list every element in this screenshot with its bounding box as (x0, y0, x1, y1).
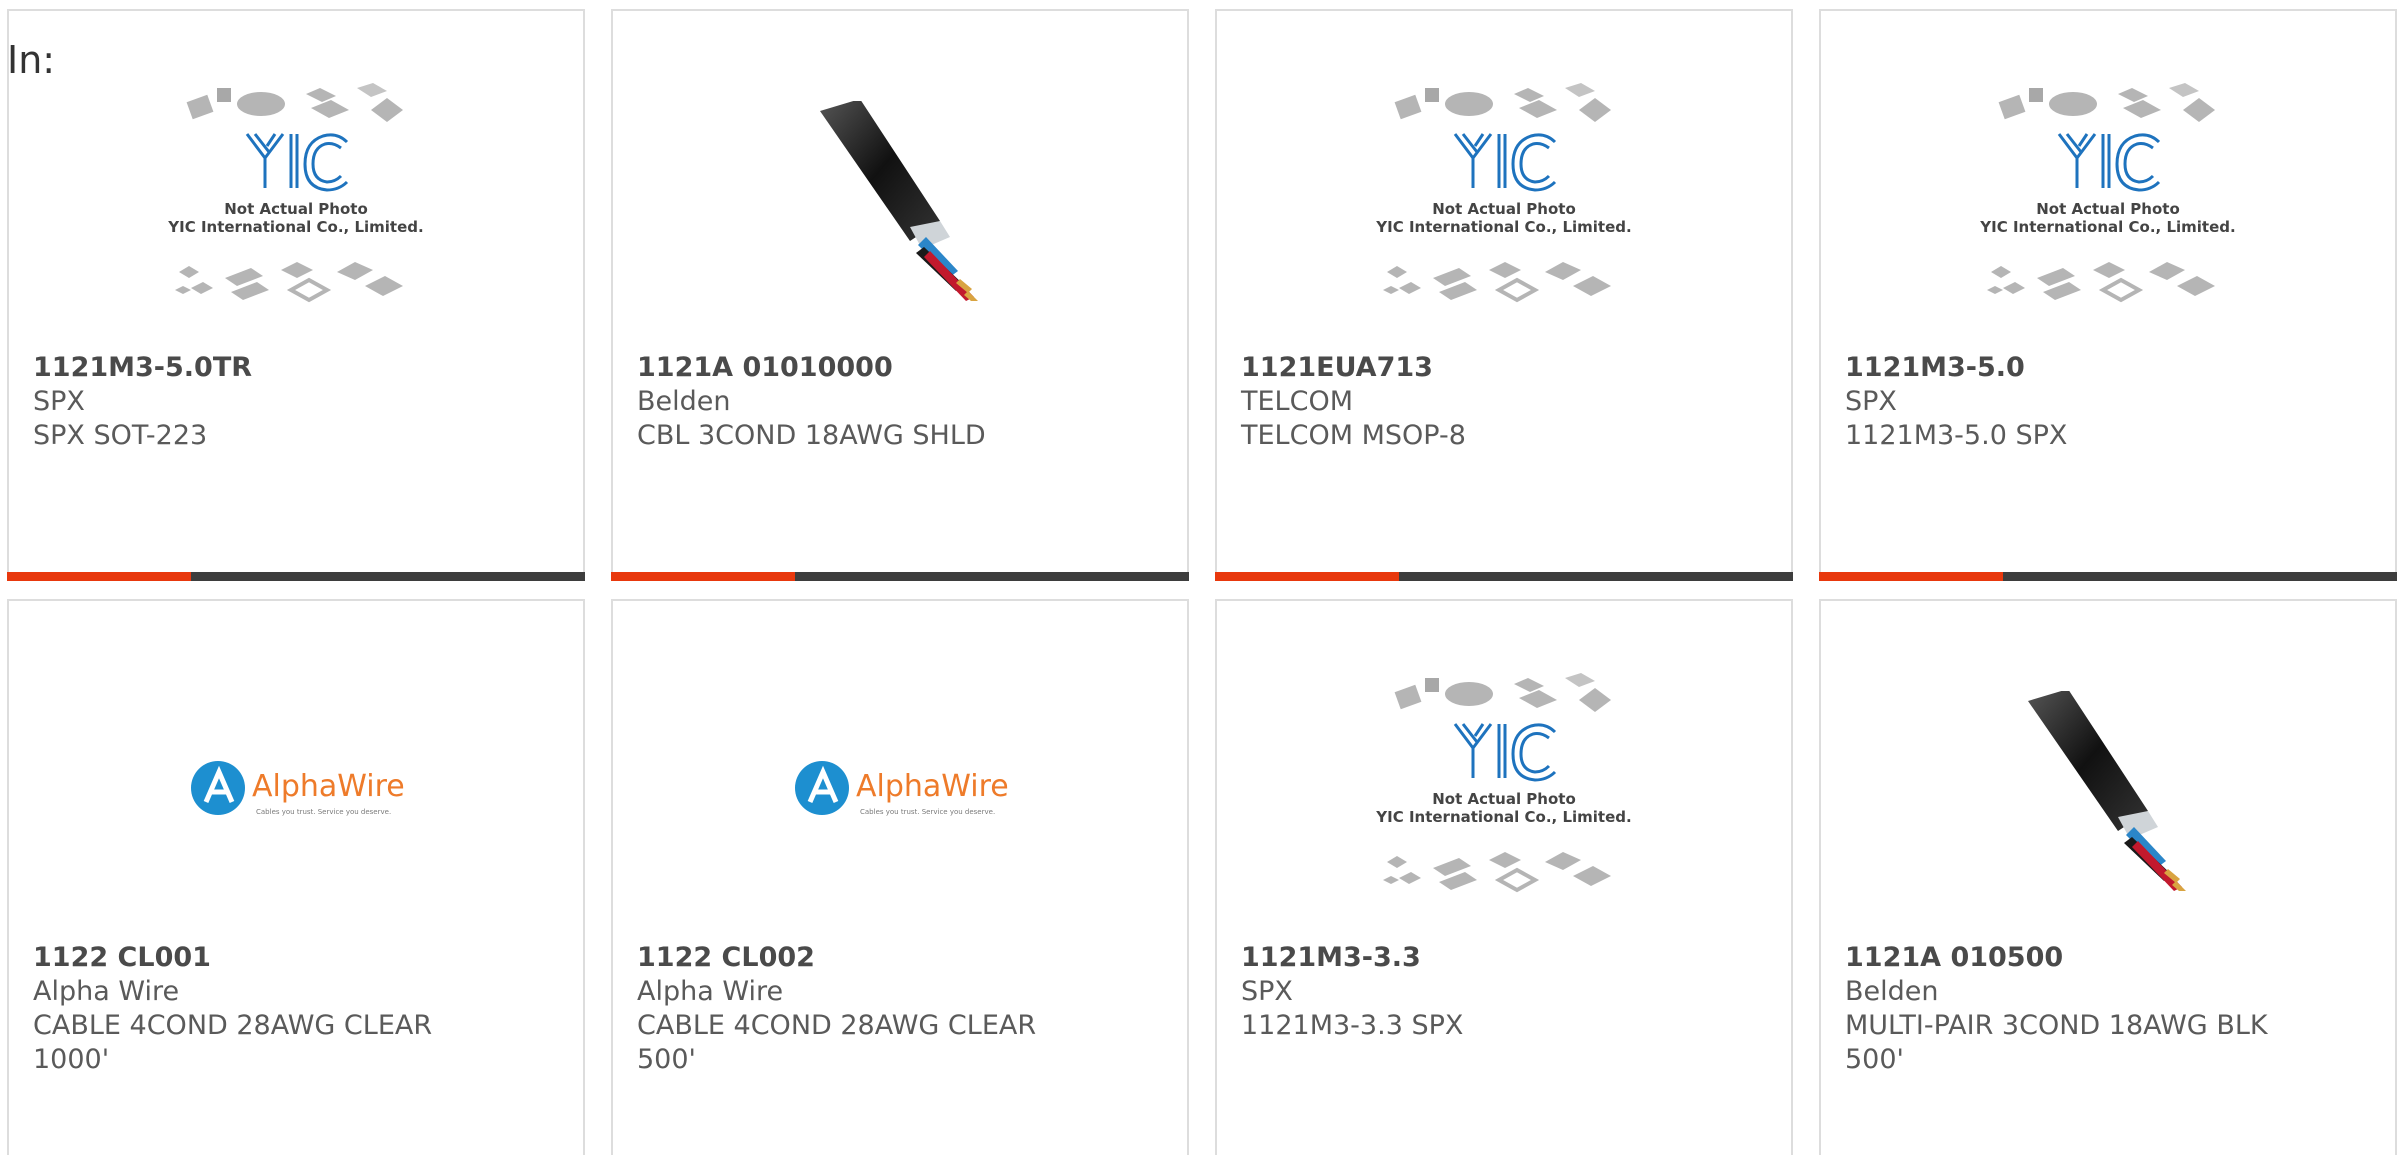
part-number-link[interactable]: 1121M3-3.3 (1241, 941, 1771, 975)
svg-text:Cables you trust. Service you: Cables you trust. Service you deserve. (256, 808, 391, 816)
yic-placeholder-image[interactable]: Not Actual Photo YIC International Co., … (1821, 51, 2395, 351)
svg-text:YIC International Co., Limited: YIC International Co., Limited. (167, 218, 423, 236)
yic-placeholder-image[interactable]: Not Actual Photo YIC International Co., … (1217, 641, 1791, 941)
product-card[interactable]: AlphaWire Cables you trust. Service you … (611, 599, 1189, 1155)
cable-photo-image[interactable] (613, 51, 1187, 351)
manufacturer: Belden (1845, 976, 1939, 1007)
description: 1121M3-5.0 SPX (1845, 420, 2068, 451)
alphawire-logo-image[interactable]: AlphaWire Cables you trust. Service you … (9, 641, 583, 941)
card-accent-bar (1819, 572, 2003, 581)
in-label: In: (7, 38, 56, 82)
product-card[interactable]: Not Actual Photo YIC International Co., … (7, 9, 585, 581)
card-accent-bar (611, 572, 795, 581)
card-footer-bar (611, 572, 1189, 581)
description-extra: 1000' (33, 1044, 110, 1075)
alphawire-logo-image[interactable]: AlphaWire Cables you trust. Service you … (613, 641, 1187, 941)
card-accent-bar (7, 572, 191, 581)
description: 1121M3-3.3 SPX (1241, 1010, 1464, 1041)
card-footer-bar (7, 572, 585, 581)
description-extra: 500' (637, 1044, 696, 1075)
svg-text:Not Actual Photo: Not Actual Photo (224, 200, 368, 218)
manufacturer: Alpha Wire (33, 976, 180, 1007)
manufacturer: Belden (637, 386, 731, 417)
part-number-link[interactable]: 1122 CL001 (33, 941, 563, 975)
svg-text:YIC International Co., Limited: YIC International Co., Limited. (1979, 218, 2235, 236)
svg-text:Not Actual Photo: Not Actual Photo (2036, 200, 2180, 218)
description: CABLE 4COND 28AWG CLEAR (637, 1010, 1037, 1041)
svg-text:AlphaWire: AlphaWire (252, 769, 405, 804)
manufacturer: SPX (1845, 386, 1897, 417)
yic-placeholder-image[interactable]: Not Actual Photo YIC International Co., … (1217, 51, 1791, 351)
product-card[interactable]: Not Actual Photo YIC International Co., … (1819, 9, 2397, 581)
description: CABLE 4COND 28AWG CLEAR (33, 1010, 433, 1041)
yic-placeholder-image[interactable]: Not Actual Photo YIC International Co., … (9, 51, 583, 351)
svg-text:Not Actual Photo: Not Actual Photo (1432, 790, 1576, 808)
product-card[interactable]: 1121A 010500 Belden MULTI-PAIR 3COND 18A… (1819, 599, 2397, 1155)
svg-text:AlphaWire: AlphaWire (856, 769, 1009, 804)
description: MULTI-PAIR 3COND 18AWG BLK (1845, 1010, 2268, 1041)
description: SPX SOT-223 (33, 420, 208, 451)
cable-photo-image[interactable] (1821, 641, 2395, 941)
product-grid-page: In: Not Actual Photo YIC International C… (0, 0, 2400, 1155)
product-card[interactable]: Not Actual Photo YIC International Co., … (1215, 9, 1793, 581)
svg-text:Not Actual Photo: Not Actual Photo (1432, 200, 1576, 218)
manufacturer: SPX (33, 386, 85, 417)
manufacturer: SPX (1241, 976, 1293, 1007)
card-accent-bar (1215, 572, 1399, 581)
card-footer-bar (1215, 572, 1793, 581)
part-number-link[interactable]: 1121EUA713 (1241, 351, 1771, 385)
part-number-link[interactable]: 1122 CL002 (637, 941, 1167, 975)
part-number-link[interactable]: 1121M3-5.0 (1845, 351, 2375, 385)
card-footer-bar (1819, 572, 2397, 581)
svg-text:YIC International Co., Limited: YIC International Co., Limited. (1375, 808, 1631, 826)
description: CBL 3COND 18AWG SHLD (637, 420, 986, 451)
part-number-link[interactable]: 1121A 01010000 (637, 351, 1167, 385)
product-card[interactable]: 1121A 01010000 Belden CBL 3COND 18AWG SH… (611, 9, 1189, 581)
svg-text:YIC International Co., Limited: YIC International Co., Limited. (1375, 218, 1631, 236)
description: TELCOM MSOP-8 (1241, 420, 1466, 451)
manufacturer: Alpha Wire (637, 976, 784, 1007)
product-card[interactable]: Not Actual Photo YIC International Co., … (1215, 599, 1793, 1155)
svg-text:Cables you trust. Service you: Cables you trust. Service you deserve. (860, 808, 995, 816)
part-number-link[interactable]: 1121A 010500 (1845, 941, 2375, 975)
description-extra: 500' (1845, 1044, 1904, 1075)
part-number-link[interactable]: 1121M3-5.0TR (33, 351, 563, 385)
manufacturer: TELCOM (1241, 386, 1353, 417)
product-card[interactable]: AlphaWire Cables you trust. Service you … (7, 599, 585, 1155)
